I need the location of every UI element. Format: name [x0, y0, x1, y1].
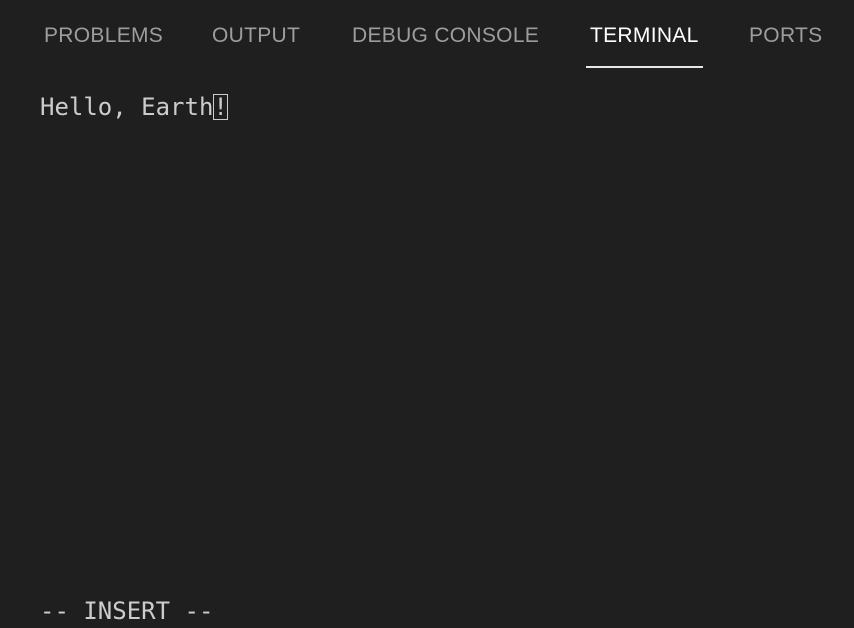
tab-output[interactable]: OUTPUT	[212, 0, 300, 68]
tab-problems[interactable]: PROBLEMS	[44, 0, 163, 68]
tab-ports[interactable]: PORTS	[749, 0, 822, 68]
active-tab-indicator	[586, 66, 703, 68]
tab-label: DEBUG CONSOLE	[352, 24, 540, 47]
tab-label: PROBLEMS	[44, 24, 164, 47]
vim-mode-indicator: -- INSERT --	[40, 597, 214, 625]
tab-label: OUTPUT	[212, 24, 301, 47]
terminal-line: Hello, Earth!	[40, 92, 228, 122]
terminal-text: Hello, Earth	[40, 93, 214, 121]
tab-terminal[interactable]: TERMINAL	[586, 0, 703, 68]
tab-debug-console[interactable]: DEBUG CONSOLE	[352, 0, 539, 68]
bottom-panel: PROBLEMS OUTPUT DEBUG CONSOLE TERMINAL P…	[0, 0, 854, 628]
tab-label: PORTS	[749, 24, 823, 47]
panel-tab-bar: PROBLEMS OUTPUT DEBUG CONSOLE TERMINAL P…	[0, 0, 854, 70]
tab-label: TERMINAL	[590, 24, 699, 47]
terminal-cursor: !	[213, 93, 228, 121]
terminal-area[interactable]: Hello, Earth! -- INSERT --	[0, 70, 854, 628]
